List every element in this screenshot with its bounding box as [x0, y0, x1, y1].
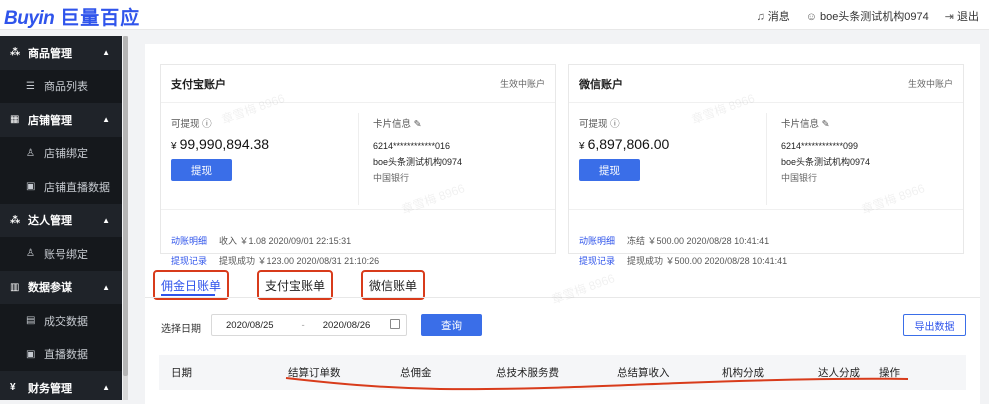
user-icon: ♙: [26, 147, 35, 159]
group-icon: ⁂: [10, 47, 21, 59]
table-header: 日期 结算订单数 总佣金 总技术服务费 总结算收入 机构分成 达人分成 操作: [159, 355, 966, 390]
card-owner: boe头条测试机构0974: [781, 157, 871, 167]
column-header[interactable]: 日期: [171, 365, 192, 380]
edit-icon[interactable]: ✎: [822, 119, 830, 130]
bell-icon: ♫: [756, 11, 765, 23]
bank-name: 中国银行: [373, 173, 410, 183]
divider: [358, 113, 359, 205]
card-info: 6214************099 boe头条测试机构0974 中国银行: [781, 138, 870, 186]
sidebar-item-shop-live[interactable]: ▣ 店铺直播数据: [0, 170, 122, 204]
card-title: 微信账户: [579, 78, 623, 91]
scrollbar-thumb[interactable]: [123, 36, 128, 376]
card-number: 6214************016: [373, 141, 451, 151]
sidebar-item-deal-data[interactable]: ▤ 成交数据: [0, 304, 122, 338]
chart-icon: ▥: [10, 281, 20, 293]
tab-commission-daily[interactable]: 佣金日账单: [153, 270, 230, 300]
card-info: 6214************016 boe头条测试机构0974 中国银行: [373, 138, 462, 186]
wechat-account-card: 微信账户 生效中账户 可提现 ⓘ ¥6,897,806.00 提现 卡片信息 ✎ …: [568, 64, 964, 266]
sidebar-group-shop[interactable]: ▦ 店铺管理 ▲: [0, 103, 122, 137]
sidebar-item-product-list[interactable]: ☰ 商品列表: [0, 69, 122, 103]
main-content: 支付宝账户 生效中账户 可提现 ⓘ ¥99,990,894.38 提现 卡片信息 …: [145, 44, 980, 404]
card-info-label: 卡片信息 ✎: [373, 119, 422, 130]
sidebar-item-shop-bind[interactable]: ♙ 店铺绑定: [0, 136, 122, 170]
sidebar-item-account-bind[interactable]: ♙ 账号绑定: [0, 237, 122, 271]
card-number: 6214************099: [781, 141, 859, 151]
column-header[interactable]: 达人分成: [818, 365, 860, 380]
edit-icon[interactable]: ✎: [414, 119, 422, 130]
start-date[interactable]: 2020/08/25: [226, 320, 274, 331]
divider: [161, 209, 555, 210]
sidebar-scrollbar[interactable]: [123, 36, 128, 400]
transaction-detail-link[interactable]: 动账明细: [171, 236, 207, 246]
transaction-detail-link[interactable]: 动账明细: [579, 236, 615, 246]
top-right-nav: ♫ 消息 ☺ boe头条测试机构0974 ⇥ 退出: [756, 8, 979, 24]
sidebar-item-live-data[interactable]: ▣ 直播数据: [0, 337, 122, 371]
tab-alipay-bill[interactable]: 支付宝账单: [257, 270, 334, 300]
grid-icon: ▣: [26, 181, 36, 193]
grid-icon: ▣: [26, 348, 36, 360]
export-button[interactable]: 导出数据: [903, 314, 966, 336]
list-icon: ☰: [26, 80, 35, 92]
query-button[interactable]: 查询: [421, 314, 482, 336]
divider: [569, 209, 963, 210]
column-header[interactable]: 操作: [879, 365, 900, 380]
withdraw-button[interactable]: 提现: [171, 159, 232, 181]
shop-icon: ▦: [10, 114, 20, 126]
doc-icon: ▤: [26, 315, 36, 327]
card-info-label: 卡片信息 ✎: [781, 119, 830, 130]
tab-wechat-bill[interactable]: 微信账单: [361, 270, 426, 300]
column-header[interactable]: 机构分成: [722, 365, 764, 380]
messages-link[interactable]: ♫ 消息: [756, 8, 789, 24]
caret-up-icon: ▲: [102, 383, 110, 393]
column-header[interactable]: 总技术服务费: [496, 365, 559, 380]
sidebar-group-finance[interactable]: ¥ 财务管理 ▲: [0, 371, 122, 400]
column-header[interactable]: 总结算收入: [617, 365, 670, 380]
calendar-icon: [390, 319, 400, 329]
bank-name: 中国银行: [781, 173, 818, 183]
transaction-detail-text: 冻结 ￥500.00 2020/08/28 10:41:41: [627, 236, 770, 246]
account-status: 生效中账户: [499, 79, 545, 89]
date-range-picker[interactable]: 2020/08/25 - 2020/08/26: [211, 314, 407, 336]
sidebar-group-data[interactable]: ▥ 数据参谋 ▲: [0, 271, 122, 305]
column-header[interactable]: 总佣金: [400, 365, 432, 380]
card-owner: boe头条测试机构0974: [373, 157, 463, 167]
user-icon: ♙: [26, 248, 35, 260]
transaction-detail-text: 收入 ￥1.08 2020/09/01 22:15:31: [219, 236, 352, 246]
logout-link[interactable]: ⇥ 退出: [945, 8, 979, 24]
withdraw-record-link[interactable]: 提现记录: [579, 256, 615, 266]
sidebar-group-products[interactable]: ⁂ 商品管理 ▲: [0, 36, 122, 70]
logout-icon: ⇥: [944, 11, 954, 23]
divider: [766, 113, 767, 205]
caret-up-icon: ▲: [102, 48, 110, 58]
withdraw-record-link[interactable]: 提现记录: [171, 256, 207, 266]
group-icon: ⁂: [10, 214, 21, 226]
help-icon[interactable]: ⓘ: [610, 119, 620, 130]
available-label: 可提现 ⓘ: [171, 119, 212, 130]
bill-tabs: 佣金日账单 支付宝账单 微信账单: [153, 270, 426, 300]
withdraw-record-text: 提现成功 ￥123.00 2020/08/31 21:10:26: [219, 256, 380, 266]
sidebar-group-talent[interactable]: ⁂ 达人管理 ▲: [0, 204, 122, 238]
help-icon[interactable]: ⓘ: [202, 119, 212, 130]
sidebar: ⁂ 商品管理 ▲ ☰ 商品列表 ▦ 店铺管理 ▲ ♙ 店铺绑定 ▣ 店铺直播数据 ⁂ 达人管理 ▲…: [0, 36, 122, 400]
money-icon: ¥: [10, 382, 16, 394]
end-date[interactable]: 2020/08/26: [323, 320, 371, 331]
alipay-account-card: 支付宝账户 生效中账户 可提现 ⓘ ¥99,990,894.38 提现 卡片信息 …: [160, 64, 556, 266]
withdraw-button[interactable]: 提现: [579, 159, 640, 181]
logo[interactable]: Buyin 巨量百应: [4, 3, 140, 30]
user-icon: ☺: [805, 11, 817, 23]
available-amount: ¥99,990,894.38: [171, 136, 270, 152]
available-amount: ¥6,897,806.00: [579, 136, 670, 152]
tab-underline-divider: [145, 297, 980, 298]
top-bar: Buyin 巨量百应 ♫ 消息 ☺ boe头条测试机构0974 ⇥ 退出: [0, 0, 989, 30]
withdraw-record-text: 提现成功 ￥500.00 2020/08/28 10:41:41: [627, 256, 788, 266]
account-status: 生效中账户: [907, 79, 953, 89]
available-label: 可提现 ⓘ: [579, 119, 620, 130]
caret-up-icon: ▲: [102, 282, 110, 292]
column-header[interactable]: 结算订单数: [288, 365, 341, 380]
date-filter-label: 选择日期: [161, 324, 201, 335]
caret-up-icon: ▲: [102, 115, 110, 125]
card-title: 支付宝账户: [171, 78, 226, 91]
user-menu[interactable]: ☺ boe头条测试机构0974: [806, 8, 929, 24]
caret-up-icon: ▲: [102, 215, 110, 225]
